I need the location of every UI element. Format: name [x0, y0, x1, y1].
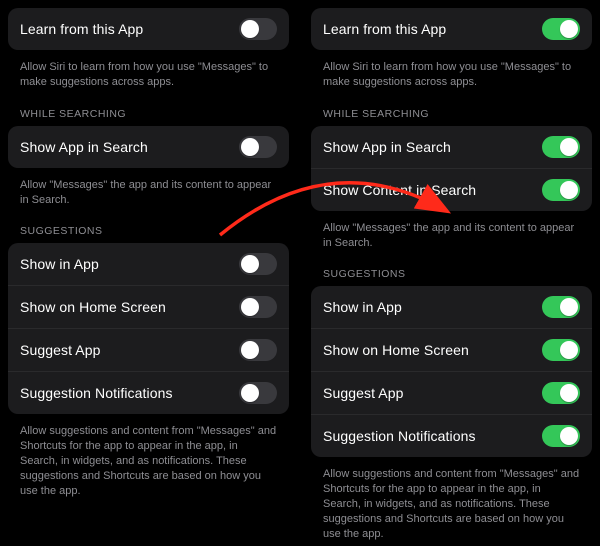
show-app-in-search-toggle[interactable] [239, 136, 277, 158]
show-on-home-toggle[interactable] [542, 339, 580, 361]
show-on-home-label: Show on Home Screen [323, 342, 469, 358]
suggest-app-label: Suggest App [323, 385, 404, 401]
show-app-in-search-label: Show App in Search [323, 139, 451, 155]
suggestions-header: SUGGESTIONS [311, 254, 592, 286]
search-footer: Allow "Messages" the app and its content… [8, 172, 289, 212]
learn-group: Learn from this App [311, 8, 592, 50]
show-in-app-label: Show in App [323, 299, 402, 315]
suggestions-header: SUGGESTIONS [8, 211, 289, 243]
show-on-home-row: Show on Home Screen [8, 285, 289, 328]
learn-toggle[interactable] [542, 18, 580, 40]
learn-row: Learn from this App [8, 8, 289, 50]
suggestion-notifications-label: Suggestion Notifications [323, 428, 476, 444]
show-content-in-search-toggle[interactable] [542, 179, 580, 201]
show-in-app-label: Show in App [20, 256, 99, 272]
suggestions-footer: Allow suggestions and content from "Mess… [8, 418, 289, 502]
show-in-app-toggle[interactable] [239, 253, 277, 275]
settings-panel-right: Learn from this App Allow Siri to learn … [311, 8, 592, 546]
suggestion-notifications-row: Suggestion Notifications [8, 371, 289, 414]
suggest-app-label: Suggest App [20, 342, 101, 358]
show-on-home-label: Show on Home Screen [20, 299, 166, 315]
search-header: WHILE SEARCHING [311, 94, 592, 126]
suggestion-notifications-toggle[interactable] [239, 382, 277, 404]
suggest-app-row: Suggest App [8, 328, 289, 371]
show-content-in-search-label: Show Content in Search [323, 182, 476, 198]
suggest-app-row: Suggest App [311, 371, 592, 414]
search-footer: Allow "Messages" the app and its content… [311, 215, 592, 255]
learn-group: Learn from this App [8, 8, 289, 50]
show-in-app-toggle[interactable] [542, 296, 580, 318]
show-app-in-search-label: Show App in Search [20, 139, 148, 155]
show-on-home-row: Show on Home Screen [311, 328, 592, 371]
show-app-in-search-row: Show App in Search [8, 126, 289, 168]
search-group: Show App in Search [8, 126, 289, 168]
learn-toggle[interactable] [239, 18, 277, 40]
learn-row: Learn from this App [311, 8, 592, 50]
suggestion-notifications-row: Suggestion Notifications [311, 414, 592, 457]
show-app-in-search-row: Show App in Search [311, 126, 592, 168]
show-in-app-row: Show in App [8, 243, 289, 285]
search-group: Show App in Search Show Content in Searc… [311, 126, 592, 211]
suggestions-footer: Allow suggestions and content from "Mess… [311, 461, 592, 545]
suggestion-notifications-label: Suggestion Notifications [20, 385, 173, 401]
show-in-app-row: Show in App [311, 286, 592, 328]
settings-panel-left: Learn from this App Allow Siri to learn … [8, 8, 289, 546]
search-header: WHILE SEARCHING [8, 94, 289, 126]
learn-footer: Allow Siri to learn from how you use "Me… [311, 54, 592, 94]
show-on-home-toggle[interactable] [239, 296, 277, 318]
learn-footer: Allow Siri to learn from how you use "Me… [8, 54, 289, 94]
show-app-in-search-toggle[interactable] [542, 136, 580, 158]
suggestions-group: Show in App Show on Home Screen Suggest … [8, 243, 289, 414]
learn-label: Learn from this App [20, 21, 143, 37]
suggestion-notifications-toggle[interactable] [542, 425, 580, 447]
show-content-in-search-row: Show Content in Search [311, 168, 592, 211]
learn-label: Learn from this App [323, 21, 446, 37]
suggest-app-toggle[interactable] [239, 339, 277, 361]
suggest-app-toggle[interactable] [542, 382, 580, 404]
suggestions-group: Show in App Show on Home Screen Suggest … [311, 286, 592, 457]
